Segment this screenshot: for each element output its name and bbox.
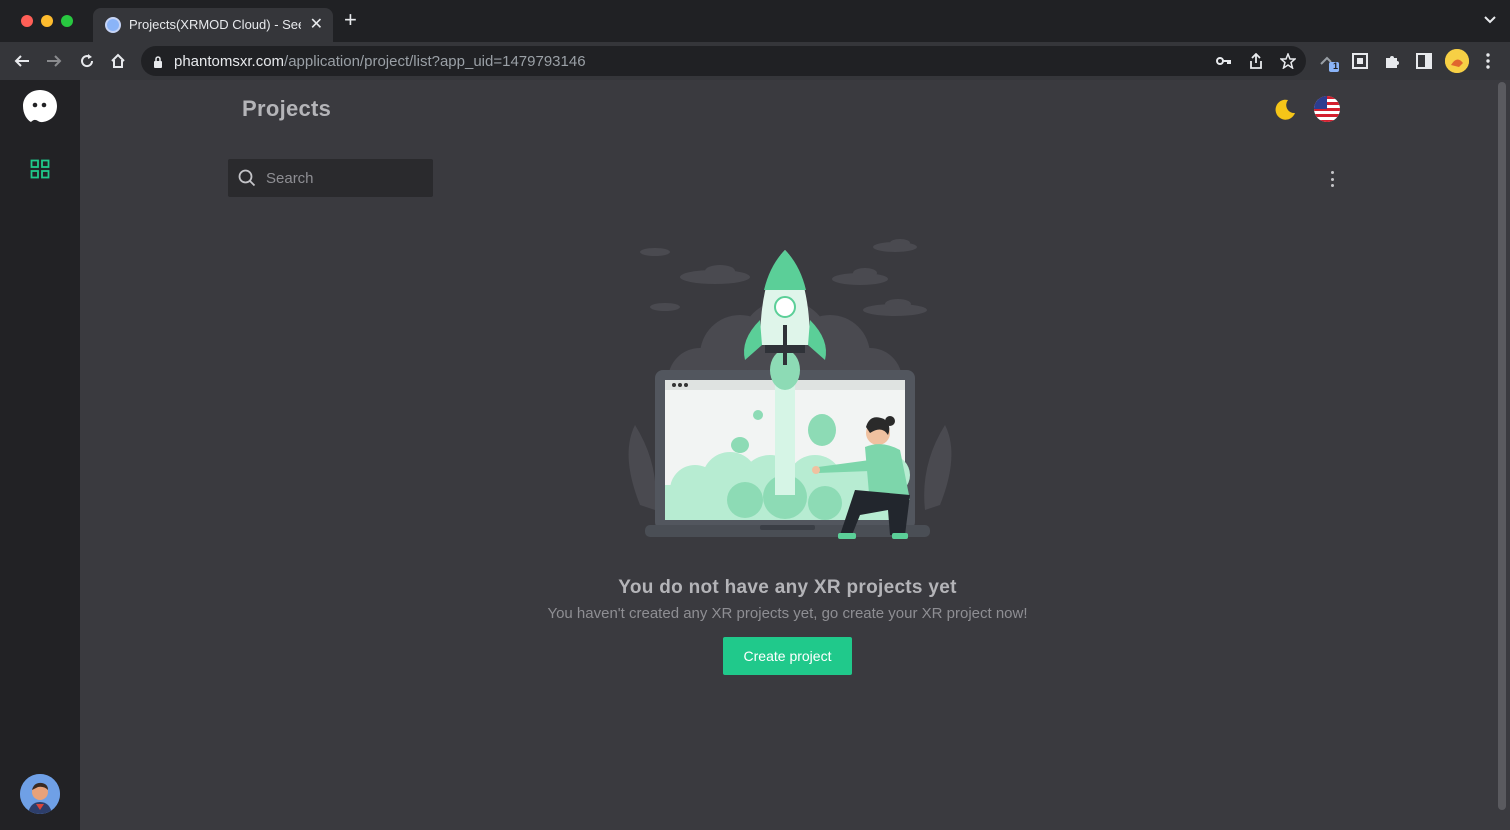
key-icon[interactable] bbox=[1215, 52, 1233, 70]
browser-menu-icon[interactable] bbox=[1477, 50, 1499, 72]
side-panel-icon[interactable] bbox=[1413, 50, 1435, 72]
favicon-icon bbox=[105, 17, 121, 33]
browser-toolbar: phantomsxr.com/application/project/list?… bbox=[0, 42, 1510, 80]
more-vertical-icon[interactable] bbox=[1323, 170, 1341, 188]
tab-title: Projects(XRMOD Cloud) - See bbox=[129, 17, 301, 32]
puzzle-extensions-icon[interactable] bbox=[1381, 50, 1403, 72]
tab-search-chevron-icon[interactable] bbox=[1484, 13, 1496, 27]
app-viewport: Projects Search You do not have any XR p… bbox=[0, 80, 1510, 830]
close-window-button[interactable] bbox=[21, 15, 33, 27]
tab-close-icon[interactable]: ✕ bbox=[310, 14, 323, 34]
browser-tab-bar: Projects(XRMOD Cloud) - See ✕ + bbox=[0, 0, 1510, 42]
share-icon[interactable] bbox=[1247, 52, 1265, 70]
search-box[interactable] bbox=[228, 159, 433, 197]
reload-icon[interactable] bbox=[76, 50, 98, 72]
grid-icon[interactable] bbox=[30, 159, 50, 179]
us-flag-icon[interactable] bbox=[1314, 96, 1340, 122]
back-arrow-icon[interactable] bbox=[11, 50, 33, 72]
empty-state-subtitle: You haven't created any XR projects yet,… bbox=[547, 605, 1028, 622]
address-bar[interactable]: phantomsxr.com/application/project/list?… bbox=[141, 46, 1306, 76]
sidebar bbox=[0, 80, 80, 830]
forward-arrow-icon[interactable] bbox=[43, 50, 65, 72]
screen-capture-icon[interactable] bbox=[1349, 50, 1371, 72]
page-title: Projects bbox=[242, 96, 332, 121]
scrollbar[interactable] bbox=[1498, 82, 1506, 810]
create-project-button[interactable]: Create project bbox=[723, 637, 852, 675]
extension-badge-icon[interactable]: 1 bbox=[1318, 50, 1340, 72]
extension-badge-count: 1 bbox=[1333, 61, 1339, 71]
new-tab-button[interactable]: + bbox=[344, 8, 357, 32]
bookmark-star-icon[interactable] bbox=[1279, 52, 1297, 70]
browser-profile-avatar[interactable] bbox=[1445, 49, 1469, 73]
minimize-window-button[interactable] bbox=[41, 15, 53, 27]
maximize-window-button[interactable] bbox=[61, 15, 73, 27]
ghost-logo-icon[interactable] bbox=[21, 88, 59, 124]
moon-icon[interactable] bbox=[1273, 98, 1297, 122]
user-avatar[interactable] bbox=[20, 774, 60, 814]
lock-icon[interactable] bbox=[153, 55, 163, 73]
browser-tab[interactable]: Projects(XRMOD Cloud) - See ✕ bbox=[93, 8, 333, 42]
url-text[interactable]: phantomsxr.com/application/project/list?… bbox=[174, 53, 586, 70]
search-icon bbox=[238, 169, 256, 192]
empty-state-title: You do not have any XR projects yet bbox=[618, 577, 957, 598]
search-input[interactable] bbox=[266, 168, 426, 188]
rocket-launch-illustration bbox=[620, 235, 960, 550]
home-icon[interactable] bbox=[107, 50, 129, 72]
